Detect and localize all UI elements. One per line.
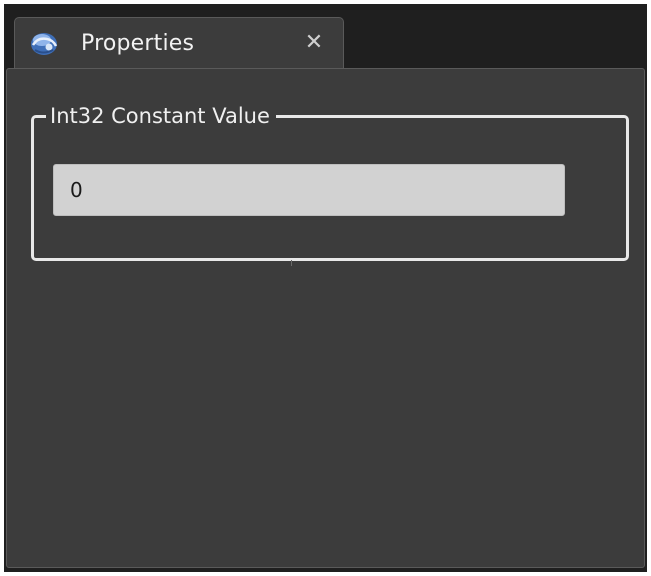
int32-value-input[interactable]: [53, 164, 565, 216]
int32-constant-groupbox: Int32 Constant Value: [31, 104, 629, 261]
tab-properties[interactable]: Properties ✕: [14, 17, 344, 69]
divider-tick: [291, 260, 292, 266]
close-icon[interactable]: ✕: [301, 30, 327, 56]
properties-panel: Int32 Constant Value: [6, 68, 645, 568]
properties-window: Properties ✕ Int32 Constant Value: [4, 4, 647, 572]
properties-app-icon: [29, 29, 59, 57]
groupbox-label: Int32 Constant Value: [46, 104, 276, 128]
tab-title: Properties: [81, 31, 195, 56]
